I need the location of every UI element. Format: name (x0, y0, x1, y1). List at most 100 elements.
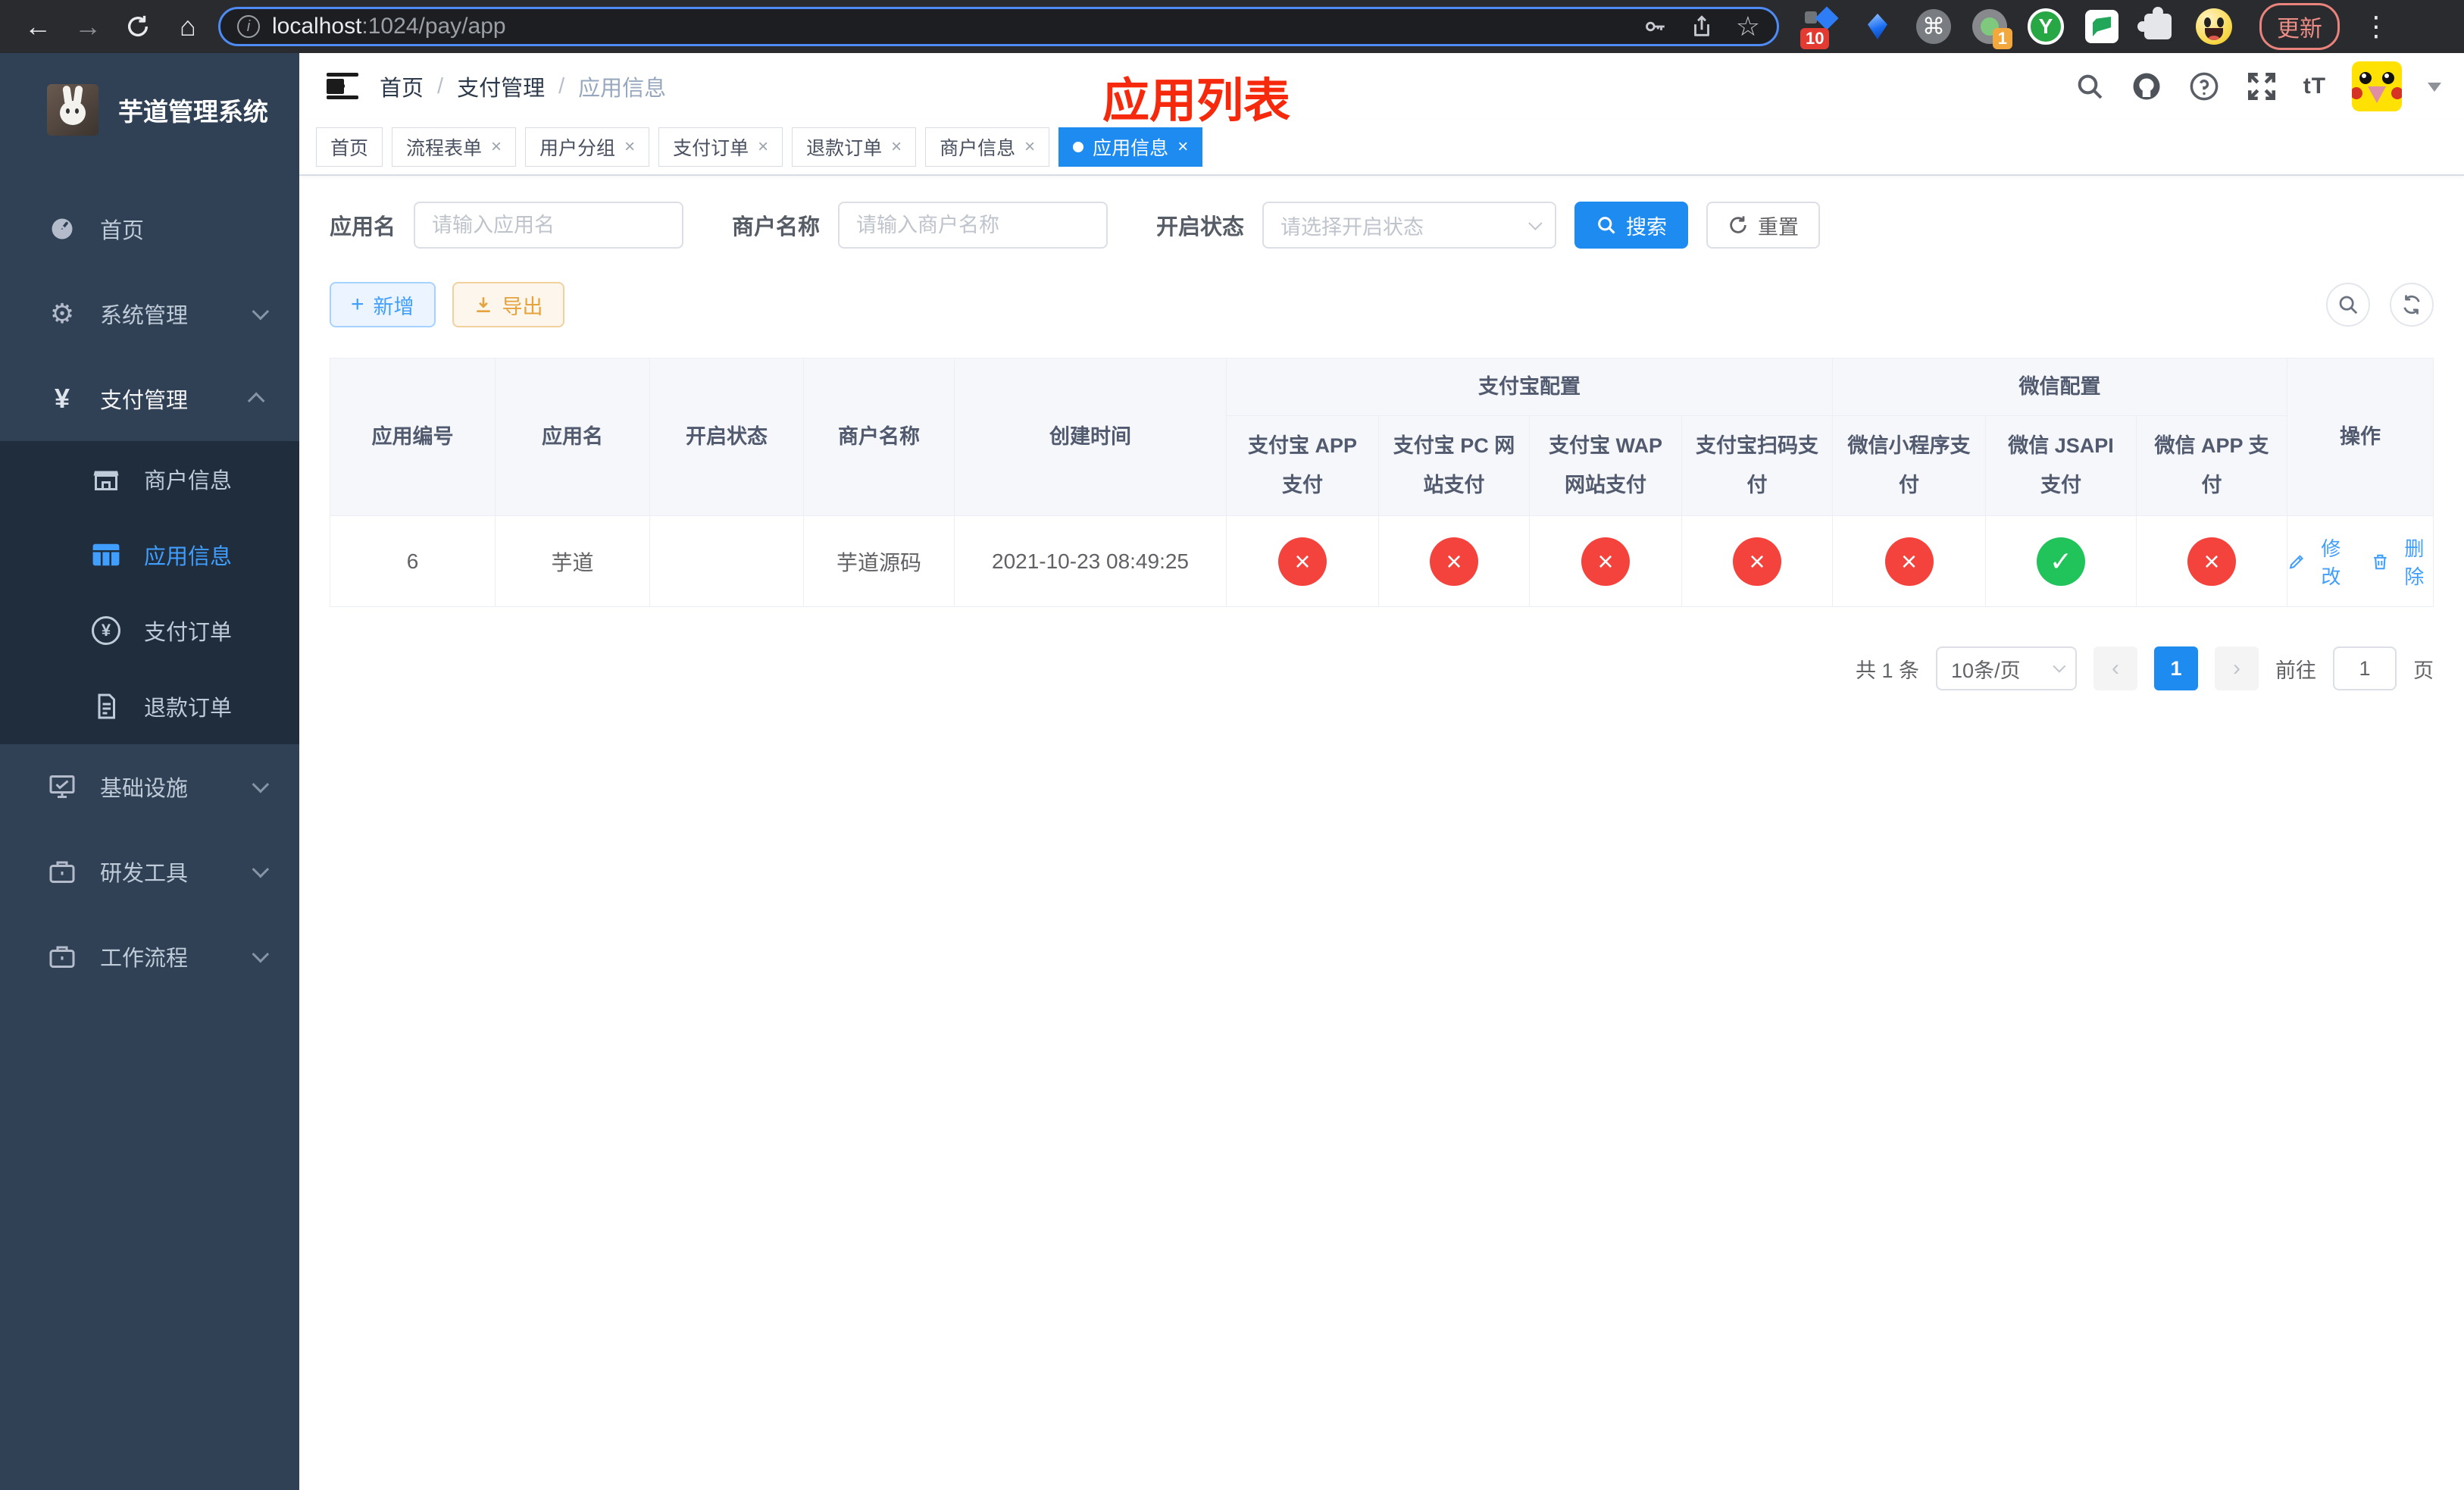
trash-icon (2374, 554, 2387, 569)
reset-button[interactable]: 重置 (1706, 202, 1821, 249)
sidebar-item-system[interactable]: ⚙ 系统管理 (0, 271, 299, 356)
breadcrumb-separator: / (437, 74, 444, 99)
current-page-button[interactable]: 1 (2154, 646, 2199, 690)
ext-switch-icon[interactable]: 1 (1972, 8, 2012, 49)
github-icon[interactable] (2131, 70, 2162, 102)
status-select[interactable]: 请选择开启状态 (1262, 202, 1557, 249)
show-search-button[interactable] (2326, 283, 2371, 327)
ext-emoji-icon[interactable] (2196, 8, 2232, 45)
breadcrumb: 首页 / 支付管理 / 应用信息 (380, 70, 666, 102)
export-button[interactable]: 导出 (452, 282, 564, 327)
extensions-puzzle-icon[interactable] (2137, 7, 2176, 45)
address-bar[interactable]: i localhost:1024/pay/app ☆ (218, 7, 1779, 46)
goto-page-input[interactable] (2333, 646, 2397, 690)
merchant-name-input[interactable] (838, 202, 1108, 249)
tab-home[interactable]: 首页 (316, 127, 383, 167)
col-wechat-jsapi: 微信 JSAPI 支付 (1985, 415, 2137, 516)
sidebar-item-refund-orders[interactable]: 退款订单 (0, 668, 299, 744)
sidebar-collapse-icon[interactable] (327, 73, 358, 100)
browser-reload-icon[interactable] (118, 7, 158, 46)
sidebar-item-pay-orders[interactable]: ¥ 支付订单 (0, 593, 299, 668)
tab-user-group[interactable]: 用户分组 × (525, 127, 650, 167)
status-icon: ✓ (2037, 537, 2085, 586)
sidebar-item-dev-tools[interactable]: 研发工具 (0, 829, 299, 914)
site-info-icon[interactable]: i (237, 15, 260, 38)
delete-button[interactable]: 删除 (2371, 534, 2433, 590)
yen-circle-icon: ¥ (89, 616, 123, 645)
tab-refund-orders[interactable]: 退款订单 × (792, 127, 917, 167)
app-logo[interactable]: 芋道管理系统 (0, 53, 299, 167)
col-app-name: 应用名 (495, 358, 650, 516)
sidebar-item-label: 工作流程 (100, 947, 189, 971)
user-avatar[interactable] (2352, 61, 2403, 111)
password-key-icon[interactable] (1642, 14, 1668, 39)
status-icon: × (1278, 537, 1327, 586)
tab-close-icon[interactable]: × (624, 136, 635, 158)
browser-back-icon[interactable]: ← (18, 7, 58, 46)
status-icon: × (1733, 537, 1781, 586)
sidebar-item-payment[interactable]: ¥ 支付管理 (0, 356, 299, 441)
add-button[interactable]: + 新增 (330, 282, 436, 327)
chevron-down-icon (1528, 215, 1543, 230)
edit-button[interactable]: 修改 (2287, 534, 2350, 590)
share-icon[interactable] (1689, 14, 1715, 39)
ext-kite-icon[interactable] (1859, 8, 1896, 45)
tab-close-icon[interactable]: × (1177, 136, 1188, 158)
font-size-icon[interactable]: tT (2303, 74, 2326, 99)
cell-app-name: 芋道 (495, 515, 650, 607)
browser-update-button[interactable]: 更新 (2259, 3, 2340, 50)
top-navbar: 首页 / 支付管理 / 应用信息 tT (299, 53, 2464, 120)
sidebar-item-home[interactable]: 首页 (0, 186, 299, 271)
col-app-id: 应用编号 (330, 358, 496, 516)
sidebar-item-label: 首页 (100, 219, 145, 243)
ext-chat-icon[interactable] (2084, 8, 2120, 45)
breadcrumb-payment[interactable]: 支付管理 (457, 70, 545, 102)
total-count: 共 1 条 (1856, 659, 1920, 682)
breadcrumb-home[interactable]: 首页 (380, 70, 424, 102)
tab-pay-orders[interactable]: 支付订单 × (658, 127, 783, 167)
tab-merchant-info[interactable]: 商户信息 × (925, 127, 1050, 167)
page-unit-label: 页 (2413, 659, 2434, 682)
status-select-placeholder: 请选择开启状态 (1280, 215, 1424, 239)
avatar-caret-icon[interactable] (2428, 82, 2442, 99)
search-icon[interactable] (2075, 71, 2105, 102)
tab-close-icon[interactable]: × (1024, 136, 1035, 158)
tab-close-icon[interactable]: × (758, 136, 768, 158)
browser-menu-icon[interactable]: ⋮ (2362, 11, 2390, 42)
refresh-icon (2403, 295, 2420, 315)
app-name-input[interactable] (414, 202, 684, 249)
sidebar-item-label: 基础设施 (100, 777, 189, 801)
url-text: localhost:1024/pay/app (272, 14, 506, 39)
chevron-down-icon (252, 302, 270, 321)
tab-close-icon[interactable]: × (491, 136, 502, 158)
next-page-button[interactable]: › (2215, 646, 2259, 690)
tab-process-form[interactable]: 流程表单 × (392, 127, 517, 167)
bookmark-star-icon[interactable]: ☆ (1736, 13, 1760, 40)
sidebar-item-infrastructure[interactable]: 基础设施 (0, 744, 299, 829)
sidebar-item-workflow[interactable]: 工作流程 (0, 914, 299, 999)
refresh-table-button[interactable] (2390, 283, 2434, 327)
sidebar-item-app-info[interactable]: 应用信息 (0, 517, 299, 593)
browser-home-icon[interactable]: ⌂ (168, 7, 208, 46)
prev-page-button[interactable]: ‹ (2093, 646, 2138, 690)
tab-close-icon[interactable]: × (891, 136, 902, 158)
ext-command-icon[interactable]: ⌘ (1915, 8, 1952, 45)
ext-badge: 10 (1800, 28, 1830, 49)
ext-userscript-icon[interactable]: 10 (1800, 6, 1840, 49)
search-icon (1598, 217, 1615, 234)
sidebar-item-label: 商户信息 (144, 469, 233, 493)
search-button[interactable]: 搜索 (1574, 202, 1689, 249)
browser-forward-icon[interactable]: → (68, 7, 108, 46)
plus-icon: + (351, 292, 364, 317)
sidebar-item-merchant-info[interactable]: 商户信息 (0, 441, 299, 517)
fullscreen-icon[interactable] (2246, 70, 2278, 102)
briefcase-icon (47, 944, 77, 969)
page-size-select[interactable]: 10条/页 (1936, 646, 2078, 690)
ext-badge: 1 (1992, 28, 2012, 49)
help-icon[interactable] (2188, 70, 2220, 102)
document-icon (89, 693, 123, 720)
ext-y-icon[interactable]: Y (2028, 8, 2064, 45)
tab-app-info[interactable]: 应用信息 × (1058, 127, 1203, 167)
chevron-down-icon (2053, 659, 2066, 673)
cell-app-id: 6 (330, 515, 496, 607)
